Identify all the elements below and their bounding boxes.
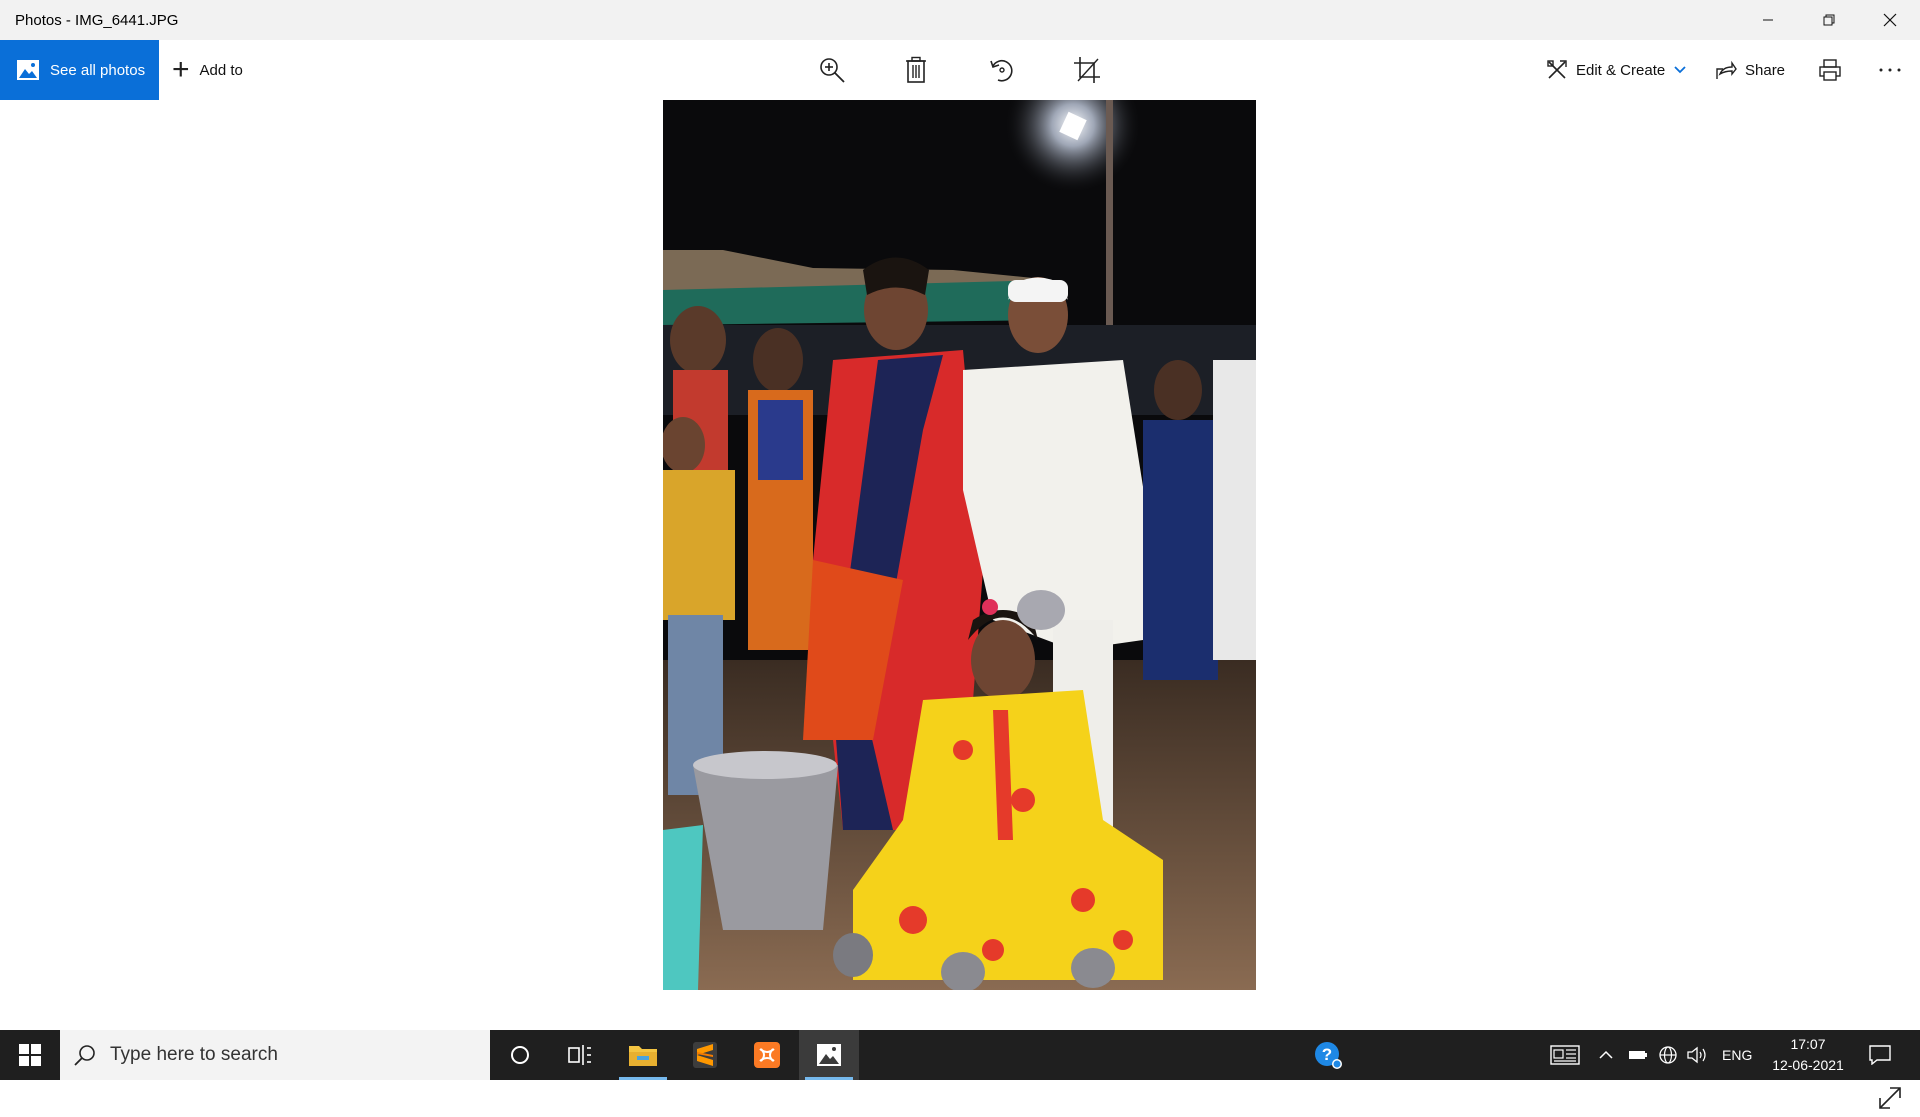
volume-icon[interactable] (1686, 1045, 1708, 1065)
file-explorer-icon (629, 1046, 657, 1066)
task-view-icon (568, 1045, 591, 1065)
svg-text:?: ? (1322, 1045, 1332, 1064)
chevron-up-icon[interactable] (1598, 1050, 1614, 1060)
see-all-photos-label: See all photos (50, 61, 146, 79)
photos-icon (17, 60, 39, 80)
clock-time: 17:07 (1790, 1036, 1826, 1052)
chevron-down-icon (1674, 66, 1686, 74)
expand-icon (1879, 1087, 1901, 1109)
minimize-icon (1762, 19, 1773, 21)
window-controls (1737, 0, 1920, 40)
language-indicator[interactable]: ENG (1722, 1047, 1752, 1063)
plus-icon: + (172, 53, 190, 86)
file-explorer-button[interactable] (613, 1030, 673, 1080)
print-icon (1819, 59, 1841, 81)
task-view-button[interactable] (550, 1030, 610, 1080)
photos-app-icon (817, 1044, 841, 1066)
sublime-text-button[interactable] (675, 1030, 735, 1080)
edit-create-icon (1547, 60, 1567, 79)
restore-button[interactable] (1798, 0, 1859, 40)
clock[interactable]: 17:07 12-06-2021 (1768, 1034, 1848, 1076)
delete-icon (906, 56, 926, 83)
start-button[interactable] (0, 1030, 60, 1080)
window-title: Photos - IMG_6441.JPG (15, 11, 179, 29)
zoom-button[interactable] (814, 52, 850, 88)
clock-date: 12-06-2021 (1772, 1057, 1844, 1073)
taskbar-search-box[interactable]: Type here to search (60, 1030, 490, 1080)
edit-create-label: Edit & Create (1576, 61, 1666, 79)
zoom-in-icon (820, 58, 845, 83)
system-tray: ENG (1550, 1030, 1752, 1080)
network-icon[interactable] (1658, 1045, 1678, 1065)
crop-button[interactable] (1069, 52, 1105, 88)
expand-button[interactable] (1876, 1084, 1904, 1112)
taskbar: Type here to search ? ENG 17:07 12-06-20… (0, 1030, 1920, 1080)
photo-image[interactable] (663, 100, 1256, 990)
close-icon (1883, 13, 1896, 27)
edit-create-button[interactable]: Edit & Create (1546, 40, 1687, 100)
cortana-button[interactable] (490, 1030, 550, 1080)
photos-app-button[interactable] (799, 1030, 859, 1080)
see-all-photos-button[interactable]: See all photos (0, 40, 159, 100)
rotate-icon (990, 59, 1013, 82)
share-label: Share (1745, 61, 1786, 79)
photo-canvas (0, 100, 1920, 1109)
xampp-icon (754, 1042, 780, 1068)
more-icon (1879, 68, 1901, 72)
print-button[interactable] (1812, 52, 1848, 88)
windows-start-icon (19, 1044, 41, 1066)
cortana-icon (511, 1046, 529, 1064)
more-button[interactable] (1872, 52, 1908, 88)
battery-icon[interactable] (1628, 1049, 1648, 1061)
rotate-button[interactable] (984, 52, 1020, 88)
delete-button[interactable] (898, 52, 934, 88)
minimize-button[interactable] (1737, 0, 1798, 40)
crop-icon (1074, 57, 1100, 83)
restore-icon (1823, 14, 1834, 26)
add-to-button[interactable]: + Add to (172, 40, 243, 100)
news-icon[interactable] (1550, 1044, 1580, 1066)
photo-illustration (663, 100, 1256, 990)
help-icon: ? (1315, 1042, 1342, 1069)
share-button[interactable]: Share (1715, 40, 1785, 100)
share-icon (1716, 60, 1737, 79)
add-to-label: Add to (199, 61, 243, 79)
help-button[interactable]: ? (1298, 1030, 1358, 1080)
notifications-button[interactable] (1850, 1030, 1910, 1080)
toolbar: See all photos + Add to Edit & Create Sh… (0, 40, 1920, 100)
search-icon (74, 1045, 95, 1066)
xampp-button[interactable] (737, 1030, 797, 1080)
notifications-icon (1869, 1045, 1891, 1065)
title-bar: Photos - IMG_6441.JPG (0, 0, 1920, 40)
sublime-text-icon (693, 1042, 717, 1068)
search-placeholder: Type here to search (110, 1044, 278, 1065)
close-button[interactable] (1859, 0, 1920, 40)
